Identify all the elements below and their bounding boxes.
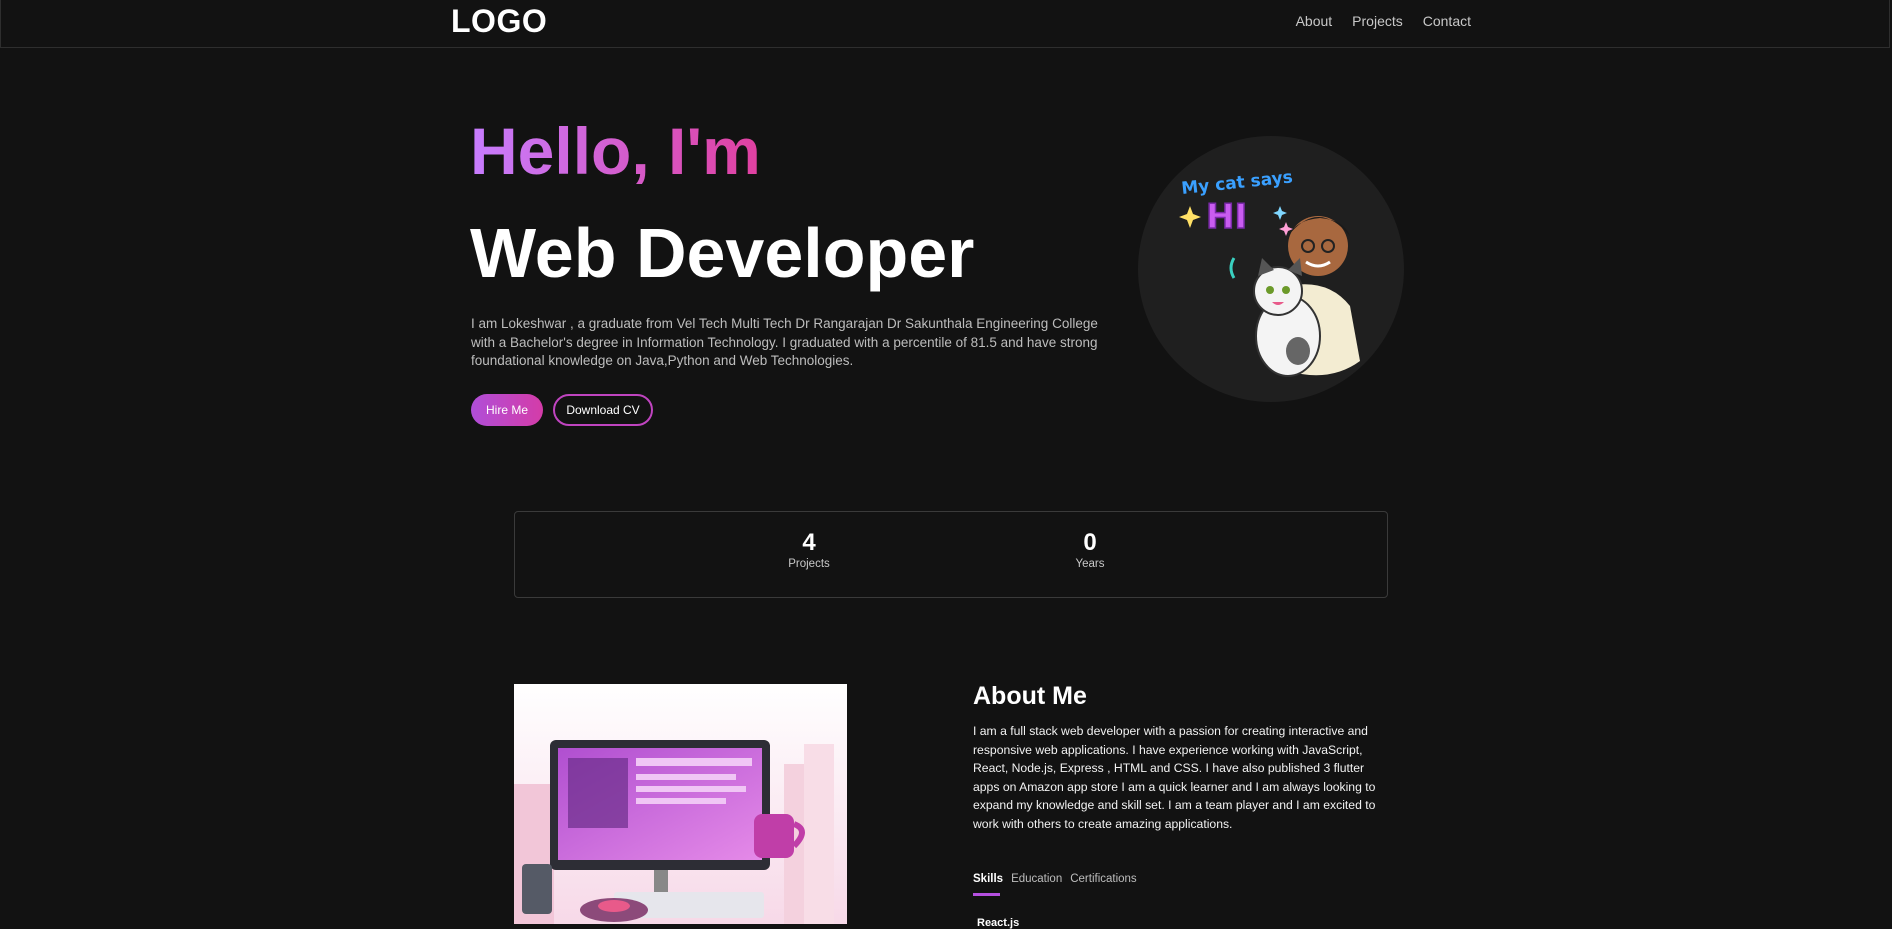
stat-label: Years	[1075, 558, 1105, 571]
about-title: About Me	[973, 682, 1087, 710]
avatar: My cat says HI	[1138, 136, 1404, 402]
avatar-caption-big: HI	[1206, 197, 1247, 237]
stat-value: 4	[802, 529, 816, 556]
avatar-illustration: My cat says HI	[1179, 167, 1360, 377]
about-image	[514, 684, 847, 924]
nav-link-about[interactable]: About	[1296, 13, 1333, 29]
tab-certifications[interactable]: Certifications	[1070, 873, 1136, 885]
avatar-caption-top: My cat says	[1180, 167, 1293, 199]
stat-value: 0	[1083, 529, 1097, 556]
hire-me-button[interactable]: Hire Me	[471, 394, 543, 426]
tab-education[interactable]: Education	[1011, 873, 1062, 885]
stats-box: 4 Projects 0 Years	[514, 511, 1388, 598]
sparkle-icon	[1273, 206, 1287, 220]
about-text: I am a full stack web developer with a p…	[973, 724, 1376, 831]
skill-item: React.js	[977, 917, 1020, 929]
active-tab-indicator	[973, 893, 1000, 896]
nav-links: About Projects Contact	[1296, 13, 1471, 29]
hero-greeting: Hello, I'm	[470, 114, 761, 188]
stat-label: Projects	[788, 558, 830, 571]
workspace-illustration	[514, 684, 847, 924]
mug	[754, 814, 794, 858]
logo[interactable]: LOGO	[451, 3, 547, 40]
stat-projects: 4 Projects	[749, 529, 869, 571]
hero-title: Web Developer	[470, 214, 975, 292]
about-tabs: Skills Education Certifications	[973, 873, 1137, 885]
download-cv-button[interactable]: Download CV	[553, 394, 653, 426]
hero-description: I am Lokeshwar , a graduate from Vel Tec…	[471, 316, 1098, 368]
navbar: LOGO About Projects Contact	[0, 0, 1890, 48]
tab-skills[interactable]: Skills	[973, 873, 1003, 885]
sparkle-icon	[1179, 206, 1201, 228]
nav-link-projects[interactable]: Projects	[1352, 13, 1403, 29]
nav-link-contact[interactable]: Contact	[1423, 13, 1471, 29]
stat-years: 0 Years	[1030, 529, 1150, 571]
